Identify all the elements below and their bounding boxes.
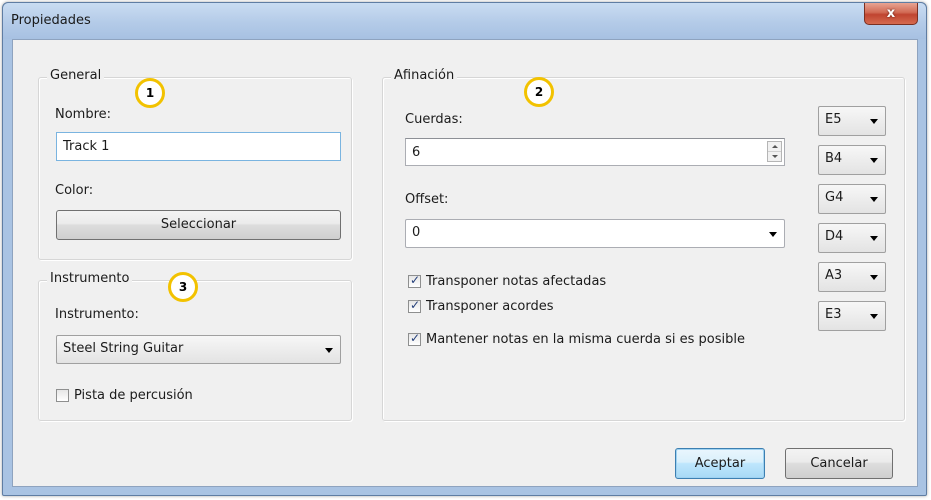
string-3-note: G4 [825, 190, 844, 205]
select-color-button[interactable]: Seleccionar [56, 210, 341, 240]
transpose-chords-checkbox[interactable]: ✓ Transponer acordes [408, 298, 554, 314]
dialog-body: General Nombre: Track 1 Color: Seleccion… [12, 39, 918, 487]
keep-same-string-checkbox[interactable]: ✓ Mantener notas en la misma cuerda si e… [408, 331, 746, 347]
annotation-badge-1: 1 [135, 78, 165, 108]
annotation-badge-2: 2 [524, 77, 554, 107]
check-icon: ✓ [410, 273, 421, 287]
string-5-note: A3 [825, 268, 843, 283]
name-input[interactable]: Track 1 [56, 132, 341, 161]
check-icon: ✓ [410, 298, 421, 312]
strings-label: Cuerdas: [405, 112, 463, 127]
checkbox-box: ✓ [408, 273, 421, 288]
checkbox-box: ✓ [408, 331, 421, 346]
string-1-note: E5 [825, 112, 842, 127]
instrument-select[interactable]: Steel String Guitar [56, 335, 341, 364]
tuning-legend: Afinación [391, 68, 458, 83]
string-1-tuning-select[interactable]: E5 [818, 106, 886, 136]
strings-spinner[interactable] [767, 141, 782, 162]
string-4-tuning-select[interactable]: D4 [818, 223, 886, 253]
transpose-notes-label: Transponer notas afectadas [426, 274, 607, 289]
offset-select[interactable]: 0 [405, 219, 785, 248]
tuning-group: Afinación Cuerdas: 6 Offset: 0 ✓ Transpo… [382, 68, 905, 421]
general-group: General Nombre: Track 1 Color: Seleccion… [38, 68, 352, 260]
keep-same-string-label: Mantener notas en la misma cuerda si es … [426, 332, 746, 347]
string-4-note: D4 [825, 229, 844, 244]
transpose-chords-label: Transponer acordes [426, 299, 554, 314]
accept-button[interactable]: Aceptar [675, 448, 765, 479]
chevron-down-icon [325, 347, 333, 353]
annotation-badge-3: 3 [168, 272, 198, 302]
offset-label: Offset: [405, 192, 449, 207]
percussion-checkbox[interactable]: Pista de percusión [56, 388, 193, 403]
title-bar[interactable]: Propiedades x [3, 3, 926, 39]
chevron-down-icon [870, 314, 878, 319]
string-2-tuning-select[interactable]: B4 [818, 145, 886, 175]
string-6-tuning-select[interactable]: E3 [818, 301, 886, 331]
check-icon: ✓ [410, 331, 421, 345]
close-icon: x [886, 6, 896, 21]
instrument-label: Instrumento: [55, 307, 139, 322]
chevron-down-icon [870, 275, 878, 280]
spin-up-icon[interactable] [768, 142, 781, 152]
string-5-tuning-select[interactable]: A3 [818, 262, 886, 292]
chevron-down-icon [870, 236, 878, 241]
instrument-select-value: Steel String Guitar [63, 341, 184, 356]
spin-down-icon[interactable] [768, 152, 781, 162]
name-label: Nombre: [55, 107, 112, 122]
color-label: Color: [55, 183, 94, 198]
strings-input[interactable]: 6 [405, 138, 785, 166]
cancel-button[interactable]: Cancelar [785, 448, 893, 479]
percussion-label: Pista de percusión [74, 388, 193, 403]
close-button[interactable]: x [864, 3, 918, 25]
string-6-note: E3 [825, 307, 842, 322]
chevron-down-icon [870, 119, 878, 124]
checkbox-box [56, 389, 69, 402]
window-title: Propiedades [11, 13, 91, 28]
chevron-down-icon [870, 197, 878, 202]
offset-select-value: 0 [412, 225, 421, 240]
transpose-notes-checkbox[interactable]: ✓ Transponer notas afectadas [408, 273, 607, 289]
chevron-down-icon [870, 158, 878, 163]
string-2-note: B4 [825, 151, 843, 166]
strings-value: 6 [412, 145, 421, 160]
instrument-legend: Instrumento [47, 271, 133, 286]
properties-dialog: Propiedades x General Nombre: Track 1 Co… [2, 2, 927, 496]
chevron-down-icon [769, 231, 777, 237]
checkbox-box: ✓ [408, 298, 421, 313]
string-3-tuning-select[interactable]: G4 [818, 184, 886, 214]
instrument-group: Instrumento Instrumento: Steel String Gu… [38, 271, 352, 421]
general-legend: General [47, 68, 105, 83]
